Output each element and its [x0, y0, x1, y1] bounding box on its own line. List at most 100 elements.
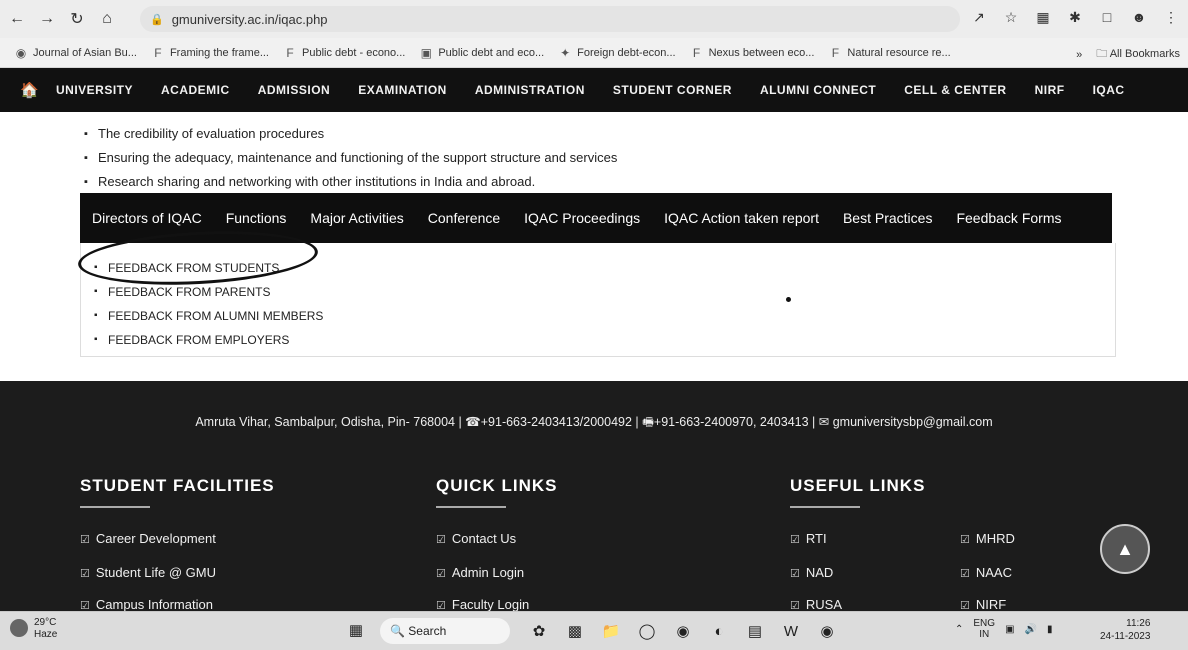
tab-best-practices[interactable]: Best Practices — [843, 210, 944, 226]
bookmark-item[interactable]: ✦ Foreign debt-econ... — [558, 46, 675, 60]
list-item: The credibility of evaluation procedures — [84, 122, 617, 146]
check-icon: ☑ — [436, 568, 446, 580]
footer-link[interactable]: ☑ RUSA — [790, 597, 842, 611]
home-icon[interactable]: ⌂ — [94, 6, 120, 32]
language-indicator[interactable]: ENG IN — [973, 618, 995, 640]
nav-academic[interactable]: ACADEMIC — [147, 83, 244, 97]
feedback-employers-link[interactable]: FEEDBACK FROM EMPLOYERS — [94, 328, 323, 352]
nav-admission[interactable]: ADMISSION — [244, 83, 345, 97]
extension-icon[interactable]: ▦ — [1032, 6, 1054, 28]
bookmark-icon: F — [154, 45, 162, 60]
useful-links-col: USEFUL LINKS — [790, 476, 925, 508]
useful-links-title: USEFUL LINKS — [790, 476, 926, 495]
taskbar-search[interactable]: 🔍 Search — [380, 618, 510, 644]
network-icon[interactable]: ▣ — [1005, 624, 1014, 635]
check-icon: ☑ — [960, 568, 970, 580]
feedback-parents-link[interactable]: FEEDBACK FROM PARENTS — [94, 280, 323, 304]
quick-links-title: QUICK LINKS — [436, 476, 558, 495]
footer-address: Amruta Vihar, Sambalpur, Odisha, Pin- 76… — [195, 415, 993, 429]
nav-iqac[interactable]: IQAC — [1079, 83, 1139, 97]
system-tray: ⌃ ENG IN ▣ 🔊 ▮ — [955, 618, 1052, 640]
nav-alumni-connect[interactable]: ALUMNI CONNECT — [746, 83, 890, 97]
weather-widget[interactable]: 29°C Haze — [10, 617, 57, 641]
taskview-icon[interactable]: ▩ — [564, 620, 586, 642]
student-facilities-title: STUDENT FACILITIES — [80, 476, 275, 495]
nav-university[interactable]: UNIVERSITY — [42, 83, 147, 97]
search-icon: 🔍 — [390, 624, 409, 638]
tab-major-activities[interactable]: Major Activities — [310, 210, 415, 226]
file-explorer-icon[interactable]: 📁 — [600, 620, 622, 642]
tab-iqac-proceedings[interactable]: IQAC Proceedings — [524, 210, 652, 226]
tab-directors[interactable]: Directors of IQAC — [92, 210, 214, 226]
windows-start-icon[interactable]: ▦ — [346, 620, 366, 640]
tab-functions[interactable]: Functions — [226, 210, 299, 226]
bookmark-icon: F — [286, 45, 294, 60]
nav-student-corner[interactable]: STUDENT CORNER — [599, 83, 746, 97]
edge-icon[interactable]: ◐ — [708, 620, 730, 642]
taskbar: 29°C Haze ▦ 🔍 Search ✿ ▩ 📁 ◯ ◉ ◐ ▤ W ◉ ⌃… — [0, 611, 1188, 650]
student-facilities-col: STUDENT FACILITIES — [80, 476, 275, 508]
bookmark-item[interactable]: F Public debt - econo... — [283, 46, 405, 60]
reload-icon[interactable]: ↻ — [64, 6, 90, 32]
menu-icon[interactable]: ⋮ — [1160, 6, 1182, 28]
bookmark-item[interactable]: ▣ Public debt and eco... — [419, 46, 544, 60]
footer-link[interactable]: ☑ Campus Information — [80, 597, 213, 611]
chat-icon[interactable]: ◯ — [636, 620, 658, 642]
bookmark-item[interactable]: ◉ Journal of Asian Bu... — [14, 46, 137, 60]
back-to-top-button[interactable]: ▲ — [1100, 524, 1150, 574]
home-icon[interactable]: 🏠 — [20, 81, 42, 99]
check-icon: ☑ — [436, 600, 446, 611]
nav-administration[interactable]: ADMINISTRATION — [461, 83, 599, 97]
footer-link[interactable]: ☑ Faculty Login — [436, 597, 529, 611]
nav-nirf[interactable]: NIRF — [1021, 83, 1079, 97]
profile-icon[interactable]: ☻ — [1128, 6, 1150, 28]
footer-link[interactable]: ☑ RTI — [790, 531, 827, 546]
footer-link[interactable]: ☑ Contact Us — [436, 531, 516, 546]
share-icon[interactable]: ↗ — [968, 6, 990, 28]
footer-link[interactable]: ☑ Admin Login — [436, 565, 524, 580]
widgets-icon[interactable]: ✿ — [528, 620, 550, 642]
divider — [436, 506, 506, 508]
date: 24-11-2023 — [1100, 631, 1151, 642]
divider — [80, 506, 150, 508]
check-icon: ☑ — [80, 600, 90, 611]
feedback-alumni-link[interactable]: FEEDBACK FROM ALUMNI MEMBERS — [94, 304, 323, 328]
bookmarks-bar: ◉ Journal of Asian Bu... F Framing the fra… — [0, 38, 1188, 68]
browser-icon[interactable]: ◉ — [816, 620, 838, 642]
chevron-up-icon[interactable]: ⌃ — [955, 624, 963, 635]
footer-link[interactable]: ☑ NAD — [790, 565, 833, 580]
footer-link[interactable]: ☑ Student Life @ GMU — [80, 565, 216, 580]
volume-icon[interactable]: 🔊 — [1025, 624, 1037, 635]
tab-action-taken-report[interactable]: IQAC Action taken report — [664, 210, 831, 226]
functions-list: The credibility of evaluation procedures… — [84, 122, 617, 194]
tab-conference[interactable]: Conference — [428, 210, 512, 226]
word-icon[interactable]: W — [780, 620, 802, 642]
battery-icon[interactable]: ▮ — [1047, 624, 1053, 635]
bookmark-item[interactable]: F Framing the frame... — [151, 46, 269, 60]
quick-links-col: QUICK LINKS — [436, 476, 558, 508]
bookmark-icon: F — [831, 45, 840, 60]
footer-link[interactable]: ☑ NAAC — [960, 565, 1012, 580]
footer-link[interactable]: ☑ Career Development — [80, 531, 216, 546]
nav-examination[interactable]: EXAMINATION — [344, 83, 461, 97]
bookmark-item[interactable]: F Natural resource re... — [828, 45, 951, 60]
bookmark-icon: ◉ — [15, 45, 27, 60]
all-bookmarks[interactable]: 🗀 All Bookmarks — [1096, 45, 1180, 64]
bookmark-item[interactable]: F Nexus between eco... — [690, 46, 814, 60]
star-icon[interactable]: ☆ — [1000, 6, 1022, 28]
temperature: 29°C — [34, 617, 57, 628]
address-bar[interactable]: 🔒 gmuniversity.ac.in/iqac.php — [140, 6, 960, 32]
chrome-icon[interactable]: ◉ — [672, 620, 694, 642]
footer-link[interactable]: ☑ MHRD — [960, 531, 1015, 546]
sidepanel-icon[interactable]: □ — [1096, 6, 1118, 28]
footer-link[interactable]: ☑ NIRF — [960, 597, 1006, 611]
bookmarks-more[interactable]: » — [1076, 49, 1082, 61]
store-icon[interactable]: ▤ — [744, 620, 766, 642]
forward-icon[interactable]: → — [34, 6, 60, 32]
tab-feedback-forms[interactable]: Feedback Forms — [956, 210, 1073, 226]
check-icon: ☑ — [790, 600, 800, 611]
puzzle-icon[interactable]: ✱ — [1064, 6, 1086, 28]
clock[interactable]: 11:26 24-11-2023 — [1100, 617, 1150, 643]
nav-cell-center[interactable]: CELL & CENTER — [890, 83, 1020, 97]
back-icon[interactable]: ← — [4, 6, 30, 32]
